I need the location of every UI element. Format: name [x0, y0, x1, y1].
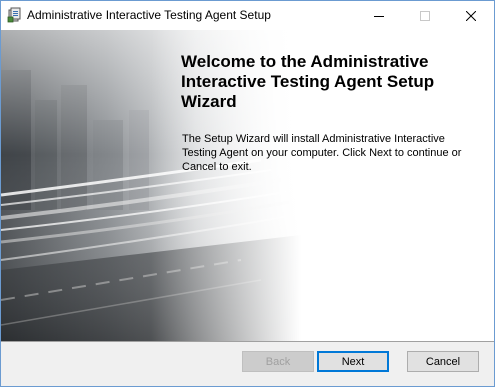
- cancel-button[interactable]: Cancel: [407, 351, 479, 372]
- setup-window: Administrative Interactive Testing Agent…: [0, 0, 495, 387]
- wizard-description: The Setup Wizard will install Administra…: [182, 133, 462, 173]
- next-button[interactable]: Next: [317, 351, 389, 372]
- wizard-content: Welcome to the Administrative Interactiv…: [1, 30, 494, 341]
- wizard-footer: Back Next Cancel: [1, 342, 494, 386]
- close-icon: [466, 10, 476, 21]
- installer-icon[interactable]: [7, 7, 23, 23]
- back-button[interactable]: Back: [242, 351, 314, 372]
- window-title: Administrative Interactive Testing Agent…: [27, 8, 271, 22]
- title-bar[interactable]: Administrative Interactive Testing Agent…: [1, 1, 494, 30]
- minimize-button[interactable]: [356, 1, 402, 30]
- maximize-icon: [420, 10, 430, 21]
- maximize-button[interactable]: [402, 1, 448, 30]
- minimize-icon: [374, 15, 384, 17]
- wizard-heading: Welcome to the Administrative Interactiv…: [181, 52, 435, 111]
- close-button[interactable]: [448, 1, 494, 30]
